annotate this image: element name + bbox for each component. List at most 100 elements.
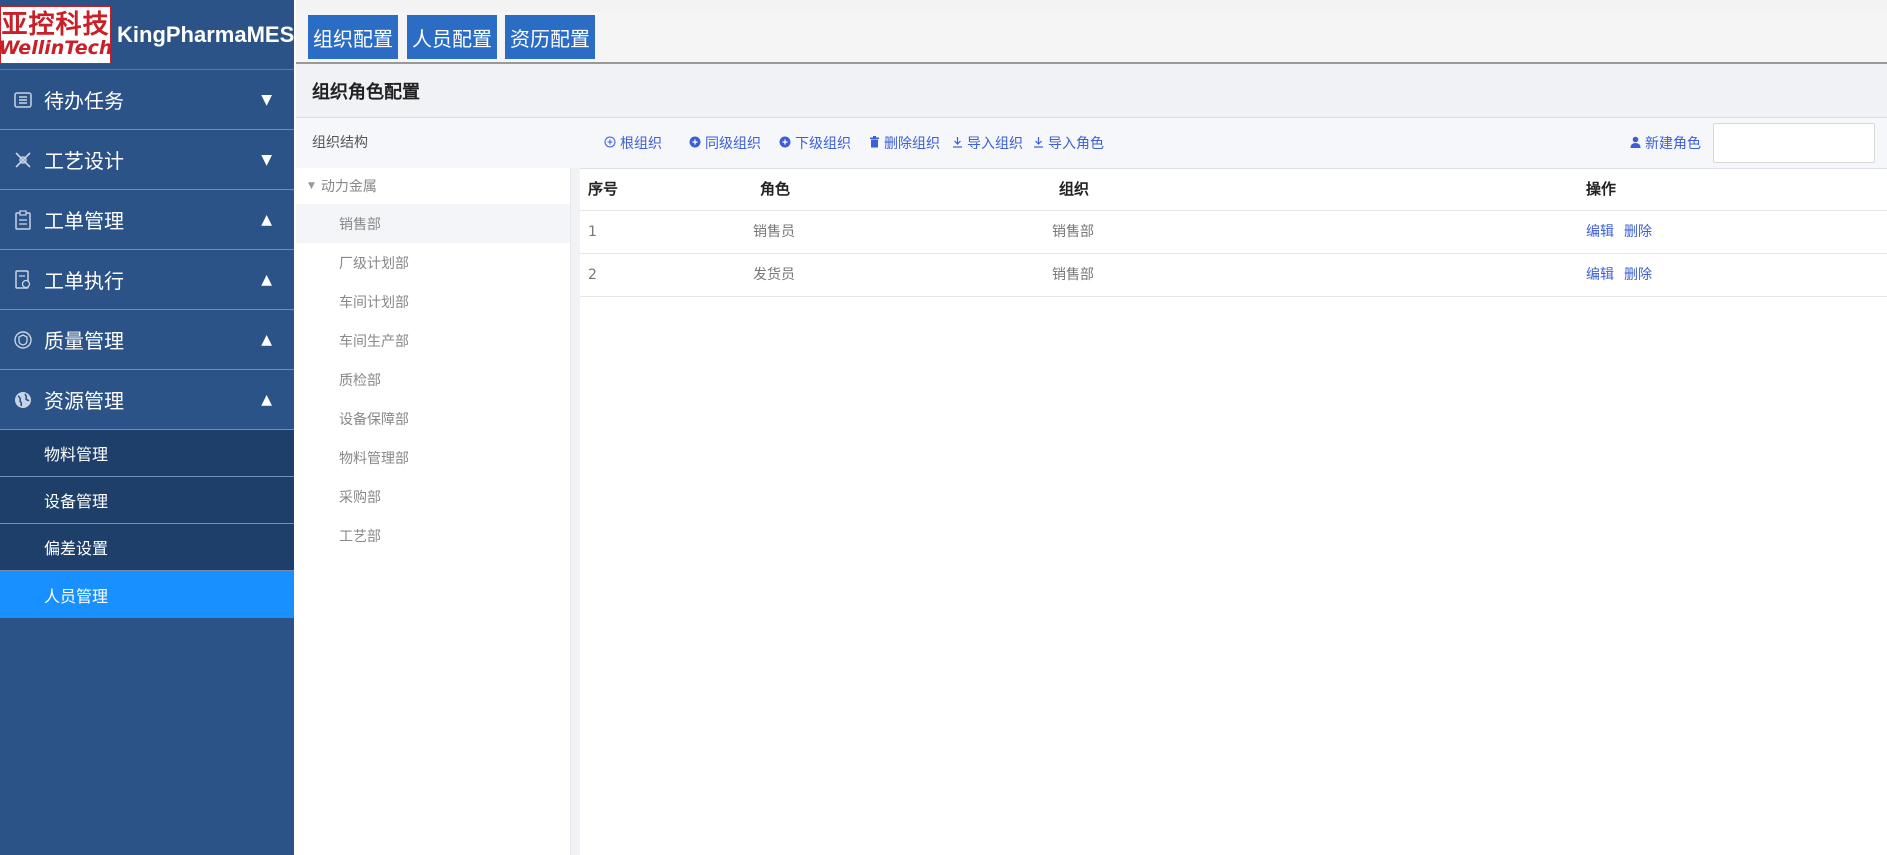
root-org-button[interactable]: 根组织 bbox=[604, 118, 662, 168]
sidebar-item-personnel[interactable]: 人员管理 bbox=[0, 571, 294, 618]
sidebar-item-label: 人员管理 bbox=[44, 586, 109, 606]
column-header-seq: 序号 bbox=[588, 180, 619, 198]
tree-node-label: 物料管理部 bbox=[339, 450, 409, 467]
design-tools-icon bbox=[12, 149, 34, 171]
sidebar-item-material[interactable]: 物料管理 bbox=[0, 430, 294, 477]
nav-group-quality-mgmt[interactable]: 质量管理 ▲ bbox=[0, 310, 294, 370]
nav-group-label: 工单管理 bbox=[44, 209, 124, 233]
role-table: 序号 角色 组织 操作 1 销售员 销售部 编辑 删除 2 发货员 销售部 编辑删… bbox=[580, 168, 1887, 297]
tree-root-node[interactable]: ▼ 动力金属 bbox=[296, 168, 570, 204]
button-label: 同级组织 bbox=[705, 136, 761, 152]
org-tree: ▼ 动力金属 销售部 厂级计划部 车间计划部 车间生产部 质检部 设备保障部 物… bbox=[296, 168, 571, 855]
search-input[interactable] bbox=[1713, 123, 1875, 163]
quality-badge-icon bbox=[12, 329, 34, 351]
user-icon bbox=[1630, 136, 1641, 151]
nav-group-label: 资源管理 bbox=[44, 389, 124, 413]
tree-node-label: 设备保障部 bbox=[339, 411, 409, 428]
tree-node[interactable]: 车间计划部 bbox=[296, 282, 570, 321]
logo-en-text: WellinTech bbox=[0, 36, 113, 59]
trash-icon bbox=[869, 135, 880, 151]
sibling-org-button[interactable]: 同级组织 bbox=[689, 118, 761, 168]
child-org-button[interactable]: 下级组织 bbox=[779, 118, 851, 168]
column-header-role: 角色 bbox=[760, 180, 791, 198]
tab-personnel-config[interactable]: 人员配置 bbox=[407, 15, 497, 59]
cell-seq: 1 bbox=[588, 224, 597, 240]
tab-label: 组织配置 bbox=[313, 26, 393, 51]
button-label: 下级组织 bbox=[795, 136, 851, 152]
tree-node[interactable]: 销售部 bbox=[296, 204, 570, 243]
content-header: 组织角色配置 bbox=[296, 64, 1887, 118]
toolbar: 组织结构 根组织 同级组织 下级组织 删除组织 导入组织 导入角色 新建角色 bbox=[296, 118, 1887, 169]
sidebar-item-label: 物料管理 bbox=[44, 445, 109, 464]
tree-node-label: 厂级计划部 bbox=[339, 255, 409, 272]
button-label: 导入组织 bbox=[967, 136, 1023, 152]
task-list-icon bbox=[12, 89, 34, 111]
chevron-up-icon: ▲ bbox=[261, 331, 272, 348]
caret-down-icon[interactable]: ▼ bbox=[308, 181, 315, 191]
nav-group-workorder-exec[interactable]: 工单执行 ▲ bbox=[0, 250, 294, 310]
delete-org-button[interactable]: 删除组织 bbox=[869, 118, 940, 168]
cell-org: 销售部 bbox=[1052, 267, 1094, 283]
tree-node[interactable]: 物料管理部 bbox=[296, 438, 570, 477]
sidebar-item-deviation[interactable]: 偏差设置 bbox=[0, 524, 294, 571]
chevron-up-icon: ▲ bbox=[261, 391, 272, 408]
app-name: KingPharmaMES bbox=[117, 21, 295, 47]
delete-link[interactable]: 删除 bbox=[1624, 267, 1652, 283]
tree-node[interactable]: 工艺部 bbox=[296, 516, 570, 555]
sidebar-item-equipment[interactable]: 设备管理 bbox=[0, 477, 294, 524]
table-row: 2 发货员 销售部 编辑 删除 bbox=[580, 254, 1887, 297]
table-row: 1 销售员 销售部 编辑 删除 bbox=[580, 211, 1887, 254]
tab-label: 人员配置 bbox=[412, 26, 492, 51]
nav-group-process-design[interactable]: 工艺设计 ▼ bbox=[0, 130, 294, 190]
tree-node[interactable]: 设备保障部 bbox=[296, 399, 570, 438]
column-header-org: 组织 bbox=[1059, 180, 1090, 198]
nav-group-label: 待办任务 bbox=[44, 89, 124, 113]
org-structure-label: 组织结构 bbox=[312, 135, 368, 151]
tree-node-label: 工艺部 bbox=[339, 528, 381, 545]
cell-role: 发货员 bbox=[753, 267, 795, 283]
globe-icon bbox=[12, 389, 34, 411]
chevron-down-icon: ▼ bbox=[261, 91, 272, 108]
nav-group-label: 工单执行 bbox=[44, 269, 124, 293]
nav-group-workorder-mgmt[interactable]: 工单管理 ▲ bbox=[0, 190, 294, 250]
column-header-ops: 操作 bbox=[1586, 180, 1617, 198]
tab-org-config[interactable]: 组织配置 bbox=[308, 15, 398, 59]
cell-ops: 编辑 删除 bbox=[1586, 211, 1662, 253]
tab-bar: 组织配置 人员配置 资历配置 bbox=[296, 12, 1887, 64]
tree-node-label: 质检部 bbox=[339, 372, 381, 389]
logo-cn-text: 亚控科技 bbox=[1, 9, 110, 40]
tree-node[interactable]: 采购部 bbox=[296, 477, 570, 516]
page-title: 组织角色配置 bbox=[312, 81, 420, 103]
import-icon bbox=[1033, 136, 1044, 151]
tab-qualification-config[interactable]: 资历配置 bbox=[505, 15, 595, 59]
nav-group-label: 质量管理 bbox=[44, 329, 124, 353]
edit-link[interactable]: 编辑 bbox=[1586, 224, 1614, 240]
delete-link[interactable]: 删除 bbox=[1624, 224, 1652, 240]
tree-node-label: 销售部 bbox=[339, 216, 381, 233]
company-logo: 亚控科技 WellinTech bbox=[0, 5, 113, 64]
tree-node[interactable]: 厂级计划部 bbox=[296, 243, 570, 282]
tree-node[interactable]: 质检部 bbox=[296, 360, 570, 399]
cell-role: 销售员 bbox=[753, 224, 795, 240]
nav-group-resource-mgmt[interactable]: 资源管理 ▲ bbox=[0, 370, 294, 430]
circle-plus-icon bbox=[779, 136, 791, 151]
circle-plus-outline-icon bbox=[604, 136, 616, 151]
sidebar-item-label: 设备管理 bbox=[44, 492, 109, 511]
import-role-button[interactable]: 导入角色 bbox=[1033, 118, 1104, 168]
chevron-down-icon: ▼ bbox=[261, 151, 272, 168]
tree-node[interactable]: 车间生产部 bbox=[296, 321, 570, 360]
cell-ops: 编辑 删除 bbox=[1586, 254, 1662, 296]
new-role-button[interactable]: 新建角色 bbox=[1630, 118, 1701, 168]
table-header-row: 序号 角色 组织 操作 bbox=[580, 168, 1887, 211]
button-label: 根组织 bbox=[620, 136, 662, 152]
tree-node-label: 车间计划部 bbox=[339, 294, 409, 311]
import-org-button[interactable]: 导入组织 bbox=[952, 118, 1023, 168]
import-icon bbox=[952, 136, 963, 151]
splitter[interactable] bbox=[571, 168, 580, 855]
cell-org: 销售部 bbox=[1052, 224, 1094, 240]
tab-label: 资历配置 bbox=[510, 26, 590, 51]
edit-link[interactable]: 编辑 bbox=[1586, 267, 1614, 283]
nav-group-todo[interactable]: 待办任务 ▼ bbox=[0, 70, 294, 130]
brand-header: 亚控科技 WellinTech KingPharmaMES bbox=[0, 0, 294, 70]
tree-node-label: 车间生产部 bbox=[339, 333, 409, 350]
